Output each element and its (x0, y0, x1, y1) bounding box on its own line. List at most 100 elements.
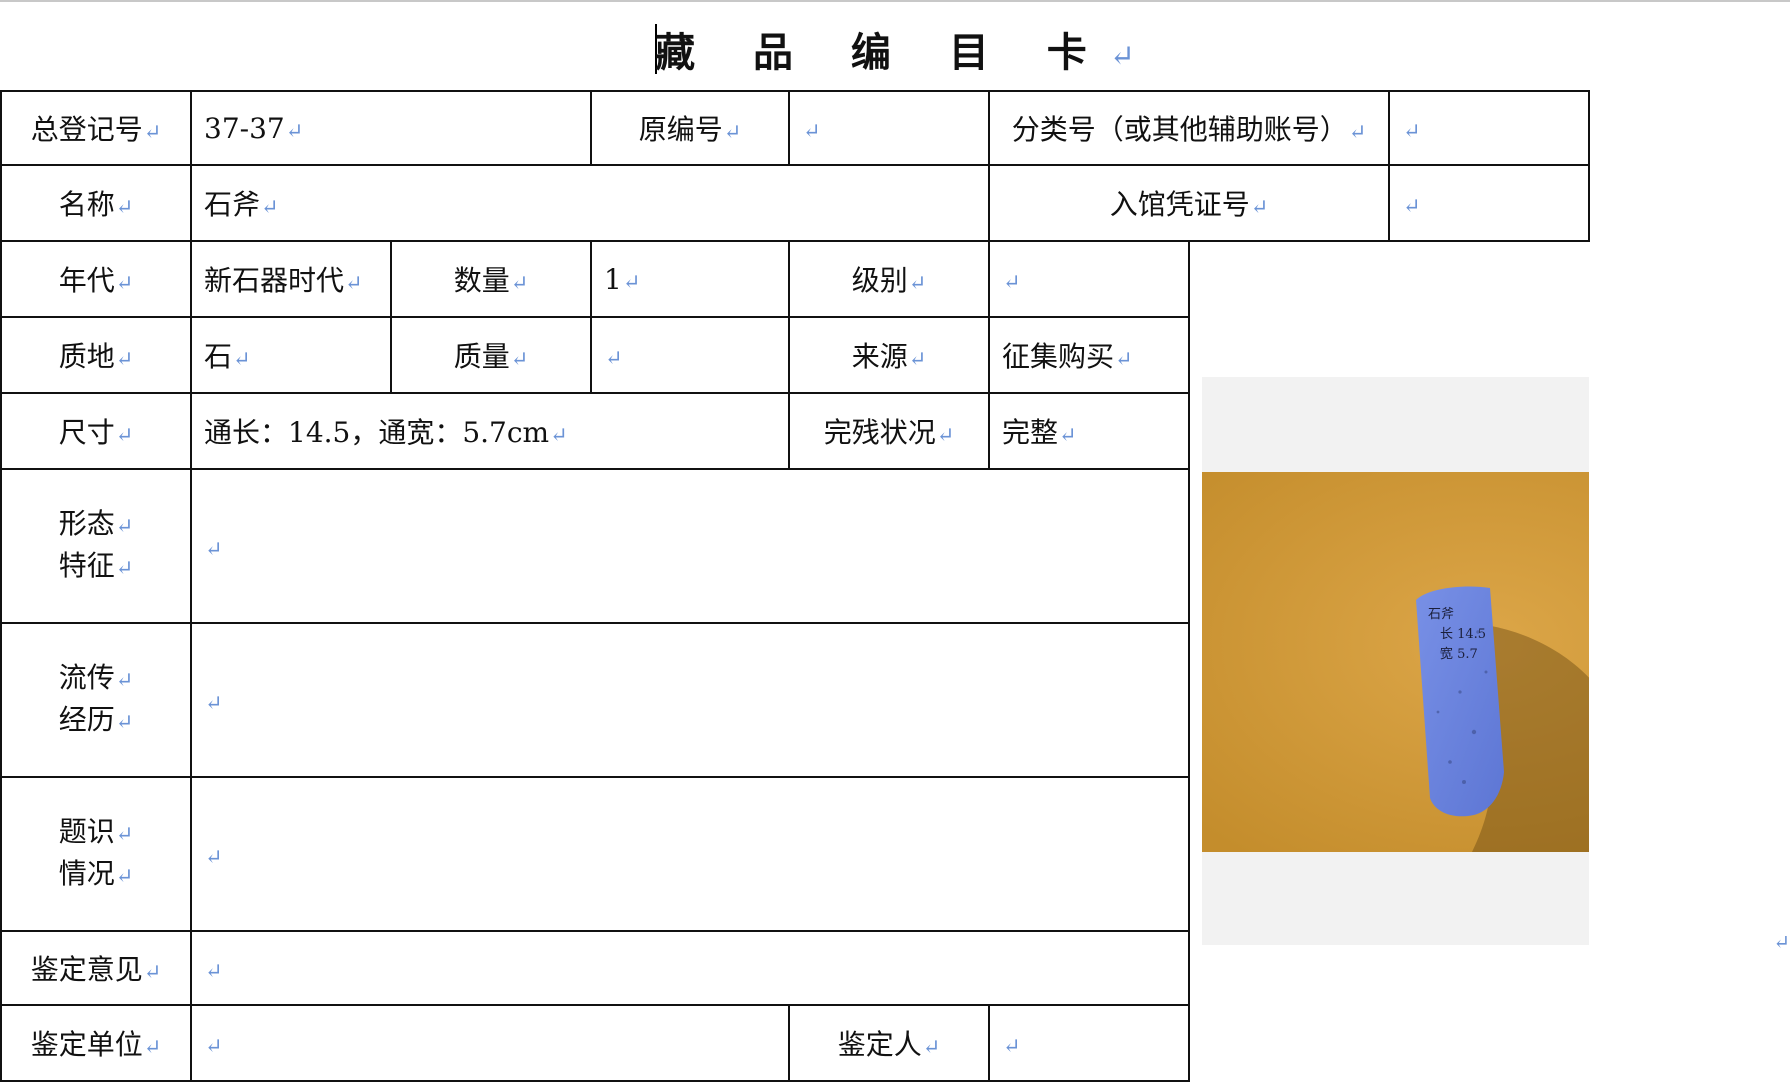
paragraph-mark-icon: ↵ (550, 423, 568, 447)
paragraph-mark-icon: ↵ (115, 822, 134, 846)
history-value-cell[interactable]: ↵ (190, 622, 1190, 778)
source-label-cell: 来源↵ (788, 316, 990, 394)
paragraph-mark-icon: ↵ (115, 514, 134, 538)
form-value-cell[interactable]: ↵ (190, 468, 1190, 624)
material-value: 石 (204, 340, 233, 373)
paragraph-mark-icon: ↵ (1773, 930, 1790, 954)
paragraph-mark-icon: ↵ (115, 423, 134, 447)
voucher-label-cell: 入馆凭证号↵ (988, 164, 1390, 242)
opinion-value-cell[interactable]: ↵ (190, 930, 1190, 1006)
source-label: 来源 (851, 340, 908, 373)
mass-label: 质量 (453, 340, 510, 373)
paragraph-mark-icon: ↵ (205, 1033, 223, 1058)
paragraph-mark-icon: ↵ (922, 1035, 941, 1059)
paragraph-mark-icon: ↵ (723, 120, 742, 144)
form-label-line2: 特征↵ (14, 546, 178, 588)
orig-no-label: 原编号 (638, 113, 723, 146)
inscription-label-cell: 题识↵ 情况↵ (0, 776, 192, 932)
catalog-card-table: 总登记号↵ 37-37↵ 原编号↵ ↵ 分类号（或其他辅助账号）↵ ↵ 名称↵ … (0, 90, 1590, 1082)
era-value-cell[interactable]: 新石器时代↵ (190, 240, 392, 318)
paragraph-mark-icon: ↵ (115, 864, 134, 888)
voucher-value-cell[interactable]: ↵ (1388, 164, 1590, 242)
form-label-2: 特征 (58, 549, 115, 582)
unit-label: 鉴定单位 (30, 1028, 143, 1061)
stone-axe-photo: 石斧 长 14.5 宽 5.7 (1202, 472, 1589, 852)
form-label-line1: 形态↵ (14, 504, 178, 546)
qty-label-cell: 数量↵ (390, 240, 592, 318)
mass-value-cell[interactable]: ↵ (590, 316, 790, 394)
name-label: 名称 (58, 188, 115, 221)
catalog-card-page: 藏 品 编 目 卡↵ 总登记号↵ 37-37↵ 原编号↵ ↵ 分类号（或其他辅助… (0, 0, 1790, 1082)
form-label-1: 形态 (58, 507, 115, 540)
grade-value-cell[interactable]: ↵ (988, 240, 1190, 318)
photo-cell: 石斧 长 14.5 宽 5.7 (1188, 240, 1589, 1081)
paragraph-mark-icon: ↵ (1003, 1033, 1021, 1058)
reg-no-label: 总登记号 (30, 113, 143, 146)
paragraph-mark-icon: ↵ (1003, 269, 1021, 294)
paragraph-mark-icon: ↵ (1109, 39, 1135, 74)
card-title-text: 藏 品 编 目 卡 (655, 29, 1109, 76)
paragraph-mark-icon: ↵ (1115, 347, 1133, 371)
source-value-cell[interactable]: 征集购买↵ (988, 316, 1190, 394)
paragraph-mark-icon: ↵ (345, 271, 363, 295)
history-label-line1: 流传↵ (14, 658, 178, 700)
condition-value-cell[interactable]: 完整↵ (988, 392, 1190, 470)
name-value-cell[interactable]: 石斧↵ (190, 164, 990, 242)
era-value: 新石器时代 (204, 264, 345, 297)
condition-value: 完整 (1002, 416, 1059, 449)
size-label: 尺寸 (58, 416, 115, 449)
page-top-rule (0, 0, 1790, 2)
paragraph-mark-icon: ↵ (1250, 195, 1269, 219)
paragraph-mark-icon: ↵ (143, 120, 162, 144)
appraiser-label: 鉴定人 (837, 1028, 922, 1061)
paragraph-mark-icon: ↵ (908, 271, 927, 295)
paragraph-mark-icon: ↵ (143, 960, 162, 984)
material-label-cell: 质地↵ (0, 316, 192, 394)
axe-label-line1: 石斧 (1428, 607, 1454, 622)
row-registration: 总登记号↵ 37-37↵ 原编号↵ ↵ 分类号（或其他辅助账号）↵ ↵ (0, 90, 1590, 166)
row-name: 名称↵ 石斧↵ 入馆凭证号↵ ↵ (0, 164, 1590, 242)
paragraph-mark-icon: ↵ (1403, 118, 1421, 143)
paragraph-mark-icon: ↵ (115, 271, 134, 295)
paragraph-mark-icon: ↵ (143, 1035, 162, 1059)
paragraph-mark-icon: ↵ (510, 271, 529, 295)
material-value-cell[interactable]: 石↵ (190, 316, 392, 394)
history-label-line2: 经历↵ (14, 700, 178, 742)
opinion-label: 鉴定意见 (30, 953, 143, 986)
orig-no-label-cell: 原编号↵ (590, 90, 790, 166)
paragraph-mark-icon: ↵ (205, 958, 223, 983)
class-no-value-cell[interactable]: ↵ (1388, 90, 1590, 166)
paragraph-mark-icon: ↵ (1348, 120, 1367, 144)
paragraph-mark-icon: ↵ (261, 195, 279, 219)
class-no-label-cell: 分类号（或其他辅助账号）↵ (988, 90, 1390, 166)
axe-label-line2: 长 14.5 (1440, 627, 1486, 642)
inscription-label-1: 题识 (58, 815, 115, 848)
qty-value: 1 (604, 262, 622, 296)
orig-no-value-cell[interactable]: ↵ (788, 90, 990, 166)
row-era: 年代↵ 新石器时代↵ 数量↵ 1↵ 级别↵ ↵ 石斧 长 14.5 宽 5.7 (0, 240, 1589, 1081)
card-title: 藏 品 编 目 卡↵ (0, 20, 1790, 78)
inscription-value-cell[interactable]: ↵ (190, 776, 1190, 932)
inscription-label-2: 情况 (58, 857, 115, 890)
paragraph-mark-icon: ↵ (205, 844, 223, 869)
paragraph-mark-icon: ↵ (205, 690, 223, 715)
name-label-cell: 名称↵ (0, 164, 192, 242)
reg-no-label-cell: 总登记号↵ (0, 90, 192, 166)
qty-value-cell[interactable]: 1↵ (590, 240, 790, 318)
history-label-2: 经历 (58, 703, 115, 736)
name-value: 石斧 (204, 188, 261, 221)
inscription-label-line2: 情况↵ (14, 854, 178, 896)
source-value: 征集购买 (1002, 340, 1115, 373)
mass-label-cell: 质量↵ (390, 316, 592, 394)
reg-no-value-cell[interactable]: 37-37↵ (190, 90, 592, 166)
size-value-cell[interactable]: 通长：14.5，通宽：5.7cm↵ (190, 392, 790, 470)
paragraph-mark-icon: ↵ (622, 269, 641, 294)
paragraph-mark-icon: ↵ (115, 347, 134, 371)
condition-label: 完残状况 (823, 416, 936, 449)
reg-no-value: 37-37 (204, 111, 285, 145)
history-label-1: 流传 (58, 661, 115, 694)
paragraph-mark-icon: ↵ (908, 347, 927, 371)
paragraph-mark-icon: ↵ (1059, 423, 1077, 447)
paragraph-mark-icon: ↵ (205, 536, 223, 561)
size-label-cell: 尺寸↵ (0, 392, 192, 470)
